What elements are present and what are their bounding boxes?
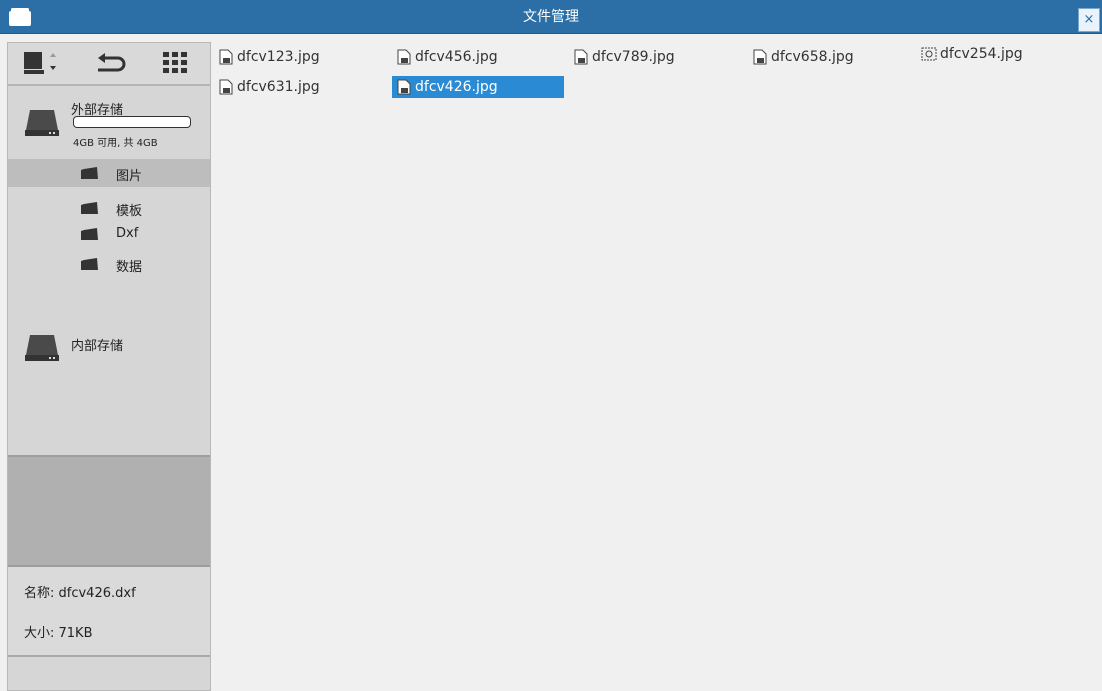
file-name: dfcv123.jpg (237, 49, 320, 65)
image-file-icon (219, 49, 233, 65)
folder-item-dxf[interactable]: Dxf (8, 220, 210, 248)
external-storage-item[interactable]: 外部存储 4GB 可用, 共 4GB (8, 88, 210, 158)
folder-label: 模板 (116, 204, 143, 219)
grid-view-icon[interactable] (162, 49, 188, 79)
folder-label: Dxf (116, 226, 139, 241)
file-item[interactable]: dfcv254.jpg (917, 43, 1029, 65)
file-manager-window: 文件管理 × 外部存储 4GB 可用, 共 4GB 图片 模板 Dxf 数据 内… (0, 0, 1102, 691)
folder-item-templates[interactable]: 模板 (8, 194, 210, 222)
file-name: dfcv456.jpg (415, 49, 498, 65)
hard-drive-icon (25, 110, 59, 136)
hard-drive-icon (25, 335, 59, 361)
image-file-icon (397, 79, 411, 95)
file-item-selected[interactable]: dfcv426.jpg (392, 76, 564, 98)
file-name: dfcv658.jpg (771, 49, 854, 65)
folder-icon (81, 167, 98, 179)
file-name: dfcv789.jpg (592, 49, 675, 65)
folder-label: 图片 (116, 169, 143, 184)
preview-pane (8, 455, 210, 567)
file-grid: dfcv123.jpg dfcv456.jpg dfcv789.jpg dfcv… (213, 42, 1102, 691)
broken-image-icon (921, 47, 937, 61)
file-name-info: 名称: dfcv426.dxf (24, 586, 136, 601)
image-file-icon (397, 49, 411, 65)
folder-item-data[interactable]: 数据 (8, 250, 210, 278)
file-name: dfcv254.jpg (940, 46, 1023, 62)
file-size-info: 大小: 71KB (24, 626, 93, 641)
sidebar: 外部存储 4GB 可用, 共 4GB 图片 模板 Dxf 数据 内部存储 名称:… (7, 42, 211, 691)
capacity-text: 4GB 可用, 共 4GB (73, 138, 158, 149)
image-file-icon (219, 79, 233, 95)
bottom-status-box (8, 655, 210, 690)
internal-storage-label: 内部存储 (71, 339, 124, 354)
file-name: dfcv426.jpg (415, 79, 498, 95)
storage-switch-icon[interactable] (20, 49, 64, 79)
file-item[interactable]: dfcv123.jpg (214, 46, 326, 68)
file-item[interactable]: dfcv456.jpg (392, 46, 504, 68)
image-file-icon (574, 49, 588, 65)
image-file-icon (753, 49, 767, 65)
folder-item-pictures[interactable]: 图片 (8, 159, 210, 187)
folder-label: 数据 (116, 260, 143, 275)
file-name: dfcv631.jpg (237, 79, 320, 95)
back-arrow-icon[interactable] (92, 49, 128, 79)
capacity-bar (73, 116, 191, 128)
sidebar-toolbar (8, 43, 210, 86)
window-title: 文件管理 (523, 9, 579, 25)
title-bar: 文件管理 × (0, 0, 1102, 34)
file-info-panel: 名称: dfcv426.dxf 大小: 71KB (8, 567, 210, 655)
folder-icon (81, 228, 98, 240)
close-button[interactable]: × (1078, 8, 1100, 32)
file-item[interactable]: dfcv789.jpg (569, 46, 681, 68)
folder-icon (81, 258, 98, 270)
folder-icon (81, 202, 98, 214)
file-item[interactable]: dfcv631.jpg (214, 76, 326, 98)
file-item[interactable]: dfcv658.jpg (748, 46, 860, 68)
internal-storage-item[interactable]: 内部存储 (8, 321, 210, 371)
